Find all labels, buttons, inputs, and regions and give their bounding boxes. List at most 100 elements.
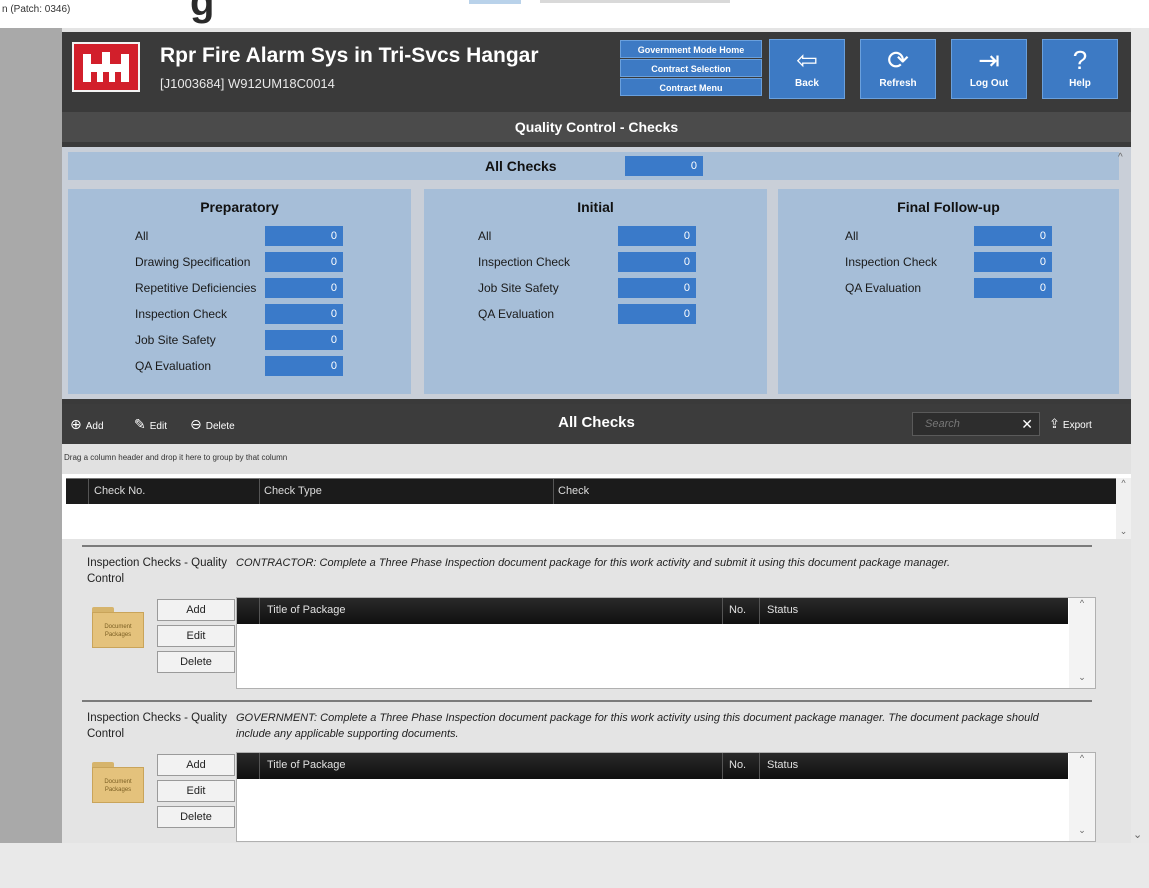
mode-buttons: Government Mode Home Contract Selection … (620, 40, 762, 97)
logout-icon: ⇥ (978, 45, 1000, 75)
contractor-packages-section: Inspection Checks - Quality Control CONT… (82, 545, 1096, 695)
package-grid: Title of Package No. Status ^ ⌄ (236, 597, 1096, 689)
edit-package-button[interactable]: Edit (157, 780, 235, 802)
package-grid-header: Title of Package No. Status (237, 753, 1068, 779)
preparatory-panel: Preparatory All 0 Drawing Specification … (68, 189, 411, 394)
column-check-no[interactable]: Check No. (94, 485, 145, 497)
group-by-hint: Drag a column header and drop it here to… (62, 444, 1131, 474)
package-grid-header: Title of Package No. Status (237, 598, 1068, 624)
scroll-down-icon[interactable]: ⌄ (1069, 825, 1095, 836)
background-title-fragment: g (190, 0, 215, 24)
final-followup-title: Final Follow-up (897, 199, 1000, 215)
left-background-pane (0, 28, 62, 843)
initial-row: Job Site Safety 0 (478, 278, 696, 298)
window-titlebar: n (Patch: 0346) g (0, 0, 1149, 28)
initial-row-label: QA Evaluation (478, 307, 555, 321)
initial-row: Inspection Check 0 (478, 252, 696, 272)
initial-row-value: 0 (618, 278, 696, 298)
scroll-up-icon[interactable]: ^ (1069, 598, 1095, 608)
section-label: Inspection Checks - Quality Control (87, 557, 227, 585)
folder-icon: Document Packages (92, 607, 144, 649)
package-grid-scrollbar[interactable]: ^ ⌄ (1069, 598, 1095, 688)
scroll-down-icon[interactable]: ⌄ (1116, 526, 1131, 537)
prep-row-label: QA Evaluation (135, 359, 212, 373)
refresh-button[interactable]: ⟳ Refresh (860, 39, 936, 99)
contract-selection-button[interactable]: Contract Selection (620, 59, 762, 77)
prep-row: QA Evaluation 0 (135, 356, 345, 376)
column-no[interactable]: No. (729, 604, 746, 616)
section-description: GOVERNMENT: Complete a Three Phase Inspe… (236, 712, 1039, 740)
prep-row: Drawing Specification 0 (135, 252, 345, 272)
column-title-of-package[interactable]: Title of Package (267, 759, 345, 771)
export-button[interactable]: ⇪ Export (1049, 416, 1092, 432)
prep-row: All 0 (135, 226, 345, 246)
prep-row: Repetitive Deficiencies 0 (135, 278, 345, 298)
clear-search-icon[interactable]: ✕ (1021, 416, 1033, 433)
column-status[interactable]: Status (767, 759, 798, 771)
help-button[interactable]: ? Help (1042, 39, 1118, 99)
add-package-button[interactable]: Add (157, 599, 235, 621)
final-followup-panel: Final Follow-up All 0 Inspection Check 0… (778, 189, 1119, 394)
scroll-up-icon[interactable]: ^ (1069, 753, 1095, 763)
initial-panel: Initial All 0 Inspection Check 0 Job Sit… (424, 189, 767, 394)
initial-row-label: Job Site Safety (478, 281, 559, 295)
prep-row-value: 0 (265, 304, 343, 324)
government-packages-section: Inspection Checks - Quality Control GOVE… (82, 700, 1096, 850)
outer-scrollbar[interactable]: ⌄ (1131, 28, 1149, 843)
patch-label: n (Patch: 0346) (2, 4, 71, 15)
prep-row-label: Drawing Specification (135, 255, 251, 269)
scroll-down-icon[interactable]: ⌄ (1133, 828, 1142, 841)
column-check-type[interactable]: Check Type (264, 485, 322, 497)
checks-summary: All Checks 0 ^ Preparatory All 0 Drawing… (62, 147, 1131, 399)
prep-row-value: 0 (265, 252, 343, 272)
help-icon: ? (1072, 45, 1088, 75)
column-status[interactable]: Status (767, 604, 798, 616)
initial-row: All 0 (478, 226, 696, 246)
logout-button[interactable]: ⇥ Log Out (951, 39, 1027, 99)
grid-scrollbar[interactable]: ^ ⌄ (1116, 478, 1131, 539)
edit-package-button[interactable]: Edit (157, 625, 235, 647)
column-no[interactable]: No. (729, 759, 746, 771)
checks-grid: Drag a column header and drop it here to… (62, 444, 1131, 539)
document-packages-area: Inspection Checks - Quality Control CONT… (62, 539, 1131, 843)
prep-row-value: 0 (265, 278, 343, 298)
prep-row-label: Job Site Safety (135, 333, 216, 347)
back-label: Back (795, 78, 819, 89)
initial-row: QA Evaluation 0 (478, 304, 696, 324)
search-input[interactable]: Search ✕ (912, 412, 1040, 436)
search-placeholder: Search (925, 418, 960, 430)
refresh-icon: ⟳ (887, 45, 909, 75)
checks-toolbar: ⊕ Add ✎ Edit ⊖ Delete All Checks Search ✕ ⇪… (62, 404, 1131, 444)
scroll-up-icon[interactable]: ^ (1116, 478, 1131, 488)
prep-row-label: Inspection Check (135, 307, 228, 321)
column-check[interactable]: Check (558, 485, 589, 497)
add-package-button[interactable]: Add (157, 754, 235, 776)
prep-row: Job Site Safety 0 (135, 330, 345, 350)
all-checks-count: 0 (625, 156, 703, 176)
package-grid-scrollbar[interactable]: ^ ⌄ (1069, 753, 1095, 841)
page-title: Quality Control - Checks (62, 112, 1131, 142)
scroll-down-icon[interactable]: ⌄ (1069, 672, 1095, 683)
delete-package-button[interactable]: Delete (157, 651, 235, 673)
contract-menu-button[interactable]: Contract Menu (620, 78, 762, 96)
initial-row-label: All (478, 229, 492, 243)
government-mode-home-button[interactable]: Government Mode Home (620, 40, 762, 58)
help-label: Help (1069, 78, 1091, 89)
final-row-value: 0 (974, 278, 1052, 298)
initial-row-label: Inspection Check (478, 255, 571, 269)
initial-row-value: 0 (618, 252, 696, 272)
final-row: QA Evaluation 0 (845, 278, 1065, 298)
export-label: Export (1062, 420, 1092, 431)
final-row-value: 0 (974, 252, 1052, 272)
contract-title: Rpr Fire Alarm Sys in Tri-Svcs Hangar (160, 44, 539, 67)
back-arrow-icon: ⇦ (796, 45, 818, 75)
initial-title: Initial (577, 199, 614, 215)
prep-row-value: 0 (265, 356, 343, 376)
column-title-of-package[interactable]: Title of Package (267, 604, 345, 616)
initial-row-value: 0 (618, 226, 696, 246)
background-fragment (469, 0, 521, 4)
scroll-up-icon[interactable]: ^ (1118, 152, 1123, 163)
delete-package-button[interactable]: Delete (157, 806, 235, 828)
back-button[interactable]: ⇦ Back (769, 39, 845, 99)
prep-row-value: 0 (265, 226, 343, 246)
